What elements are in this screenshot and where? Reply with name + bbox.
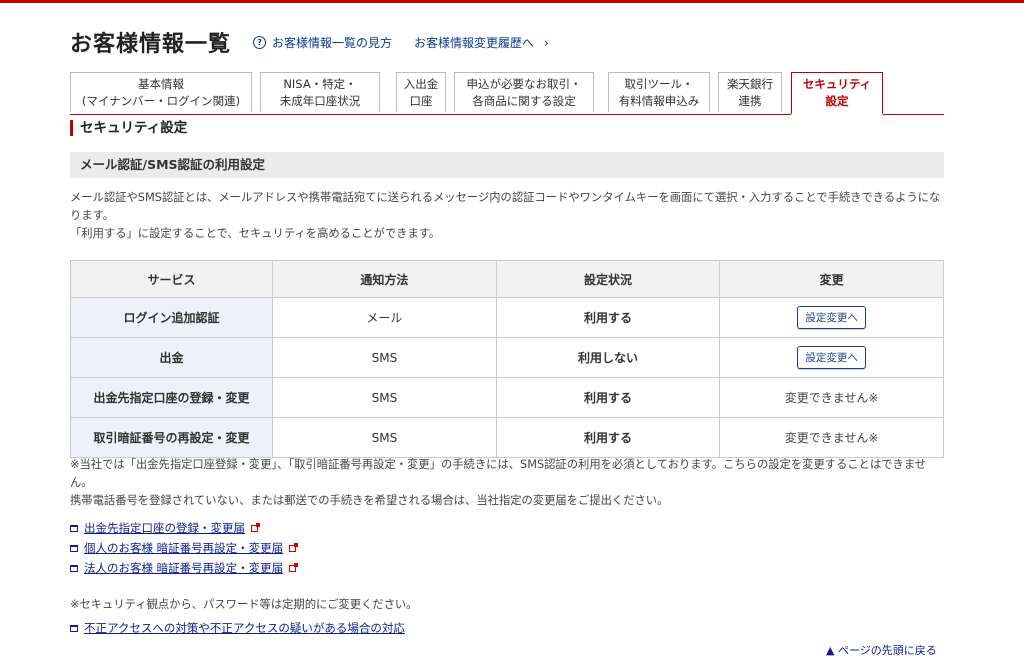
setting-status: 利用する [495,417,721,458]
table-header-row: サービス 通知方法 設定状況 変更 [69,260,944,298]
new-window-icon [70,564,78,572]
tab-security[interactable]: セキュリティ 設定 [791,72,883,115]
change-cell: 設定変更へ [719,337,944,378]
table-row: ログイン追加認証 メール 利用する 設定変更へ [69,297,944,338]
change-unavailable-text: 変更できません※ [719,377,944,418]
history-link[interactable]: お客様情報変更履歴へ › [414,34,549,51]
table-row: 出金 SMS 利用しない 設定変更へ [69,337,944,378]
doc-link-withdraw-account[interactable]: 出金先指定口座の登録・変更届 [70,518,296,538]
header-method: 通知方法 [272,260,497,298]
pdf-icon [251,522,260,532]
page-title: お客様情報一覧 [70,32,232,57]
setting-status: 利用する [495,297,721,338]
description: メール認証やSMS認証とは、メールアドレスや携帯電話宛てに送られるメッセージ内の… [70,189,948,243]
security-note: ※セキュリティ観点から、パスワード等は定期的にご変更ください。 [70,598,418,611]
top-accent-bar [0,0,1024,3]
new-window-icon [70,544,78,552]
change-settings-button[interactable]: 設定変更へ [797,346,866,369]
header-service: サービス [69,260,274,298]
new-window-icon [70,524,78,532]
notes: ※当社では「出金先指定口座登録・変更」、「取引暗証番号再設定・変更」の手続きには… [70,456,948,510]
doc-link-individual-pin[interactable]: 個人のお客様 暗証番号再設定・変更届 [70,538,299,558]
header-change: 変更 [719,260,944,298]
tab-basic-info[interactable]: 基本情報 (マイナンバー・ログイン関連) [70,72,252,112]
service-name: 取引暗証番号の再設定・変更 [69,417,274,458]
note-line-1: ※当社では「出金先指定口座登録・変更」、「取引暗証番号再設定・変更」の手続きには… [70,458,927,489]
change-cell: 設定変更へ [719,297,944,338]
notify-method: メール [272,297,497,338]
service-name: 出金 [69,337,274,378]
new-window-icon [70,624,78,632]
history-link-label: お客様情報変更履歴へ [414,35,535,50]
table-row: 取引暗証番号の再設定・変更 SMS 利用する 変更できません※ [69,417,944,458]
change-settings-button[interactable]: 設定変更へ [797,306,866,329]
description-line-1: メール認証やSMS認証とは、メールアドレスや携帯電話宛てに送られるメッセージ内の… [70,191,941,222]
table-row: 出金先指定口座の登録・変更 SMS 利用する 変更できません※ [69,377,944,418]
setting-status: 利用する [495,377,721,418]
notify-method: SMS [272,337,497,378]
section-title: セキュリティ設定 [70,120,187,136]
sub-heading: メール認証/SMS認証の利用設定 [70,152,944,178]
tab-nisa[interactable]: NISA・特定・ 未成年口座状況 [260,72,380,112]
chevron-right-icon: › [543,35,549,50]
back-to-top-link[interactable]: ▲ ページの先頭に戻る [826,642,937,658]
pdf-icon [289,562,299,572]
header-status: 設定状況 [495,260,721,298]
auth-settings-table: サービス 通知方法 設定状況 変更 ログイン追加認証 メール 利用する 設定変更… [69,260,944,458]
help-link[interactable]: ? お客様情報一覧の見方 [253,34,392,51]
note-line-2: 携帯電話番号を登録されていない、または郵送での手続きを希望される場合は、当社指定… [70,494,669,507]
fraud-access-link[interactable]: 不正アクセスへの対策や不正アクセスの疑いがある場合の対応 [70,620,405,636]
help-link-label: お客様情報一覧の見方 [272,35,393,50]
tab-bar: 基本情報 (マイナンバー・ログイン関連) NISA・特定・ 未成年口座状況 入出… [70,72,944,115]
change-unavailable-text: 変更できません※ [719,417,944,458]
service-name: ログイン追加認証 [69,297,274,338]
tab-rakuten-bank[interactable]: 楽天銀行 連携 [718,72,782,112]
tab-applications[interactable]: 申込が必要なお取引・ 各商品に関する設定 [454,72,594,112]
tab-trading-tools[interactable]: 取引ツール・ 有料情報申込み [608,72,710,112]
document-links: 出金先指定口座の登録・変更届 個人のお客様 暗証番号再設定・変更届 法人のお客様… [70,518,299,578]
service-name: 出金先指定口座の登録・変更 [69,377,274,418]
question-icon: ? [253,35,267,49]
page-header: お客様情報一覧 ? お客様情報一覧の見方 お客様情報変更履歴へ › [70,26,549,58]
pdf-icon [289,542,299,552]
triangle-up-icon: ▲ [826,644,835,657]
notify-method: SMS [272,417,497,458]
notify-method: SMS [272,377,497,418]
doc-link-corporate-pin[interactable]: 法人のお客様 暗証番号再設定・変更届 [70,558,299,578]
setting-status: 利用しない [495,337,721,378]
tab-deposit-withdraw[interactable]: 入出金 口座 [396,72,446,112]
description-line-2: 「利用する」に設定することで、セキュリティを高めることができます。 [70,227,441,240]
